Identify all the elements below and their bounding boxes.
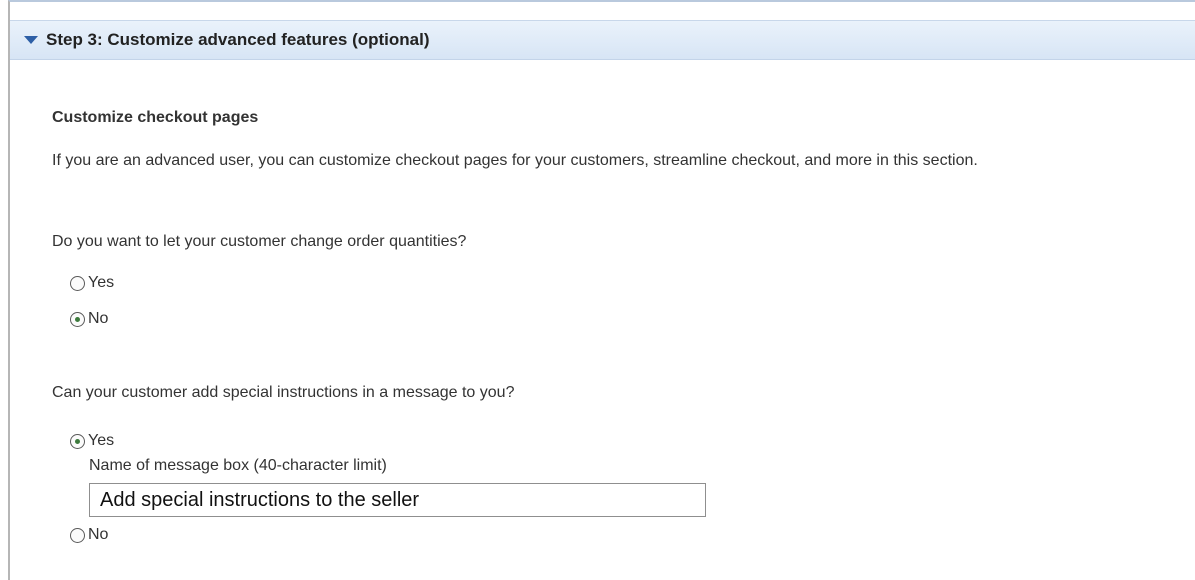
question-order-quantities: Do you want to let your customer change …	[52, 233, 467, 250]
radio-button-yes[interactable]	[70, 275, 85, 291]
section-title: Customize checkout pages	[52, 109, 259, 126]
question-special-instructions: Can your customer add special instructio…	[52, 384, 515, 401]
radio-label: Yes	[88, 432, 115, 449]
special-instructions-yes-option[interactable]: Yes	[70, 432, 114, 450]
radio-label: Yes	[88, 274, 115, 291]
message-box-name-label: Name of message box (40-character limit)	[89, 457, 387, 474]
collapse-triangle-icon[interactable]	[24, 36, 38, 44]
radio-button-no[interactable]	[70, 527, 85, 543]
order-quantities-yes-option[interactable]: Yes	[70, 274, 114, 292]
special-instructions-no-option[interactable]: No	[70, 526, 108, 544]
radio-button-yes[interactable]	[70, 433, 85, 449]
step-header[interactable]: Step 3: Customize advanced features (opt…	[10, 20, 1195, 60]
message-box-name-input[interactable]	[89, 483, 706, 517]
section-intro: If you are an advanced user, you can cus…	[52, 152, 978, 169]
radio-label: No	[88, 526, 109, 543]
step-title: Step 3: Customize advanced features (opt…	[46, 30, 430, 49]
radio-label: No	[88, 310, 109, 327]
radio-button-no[interactable]	[70, 311, 85, 327]
order-quantities-no-option[interactable]: No	[70, 310, 108, 328]
